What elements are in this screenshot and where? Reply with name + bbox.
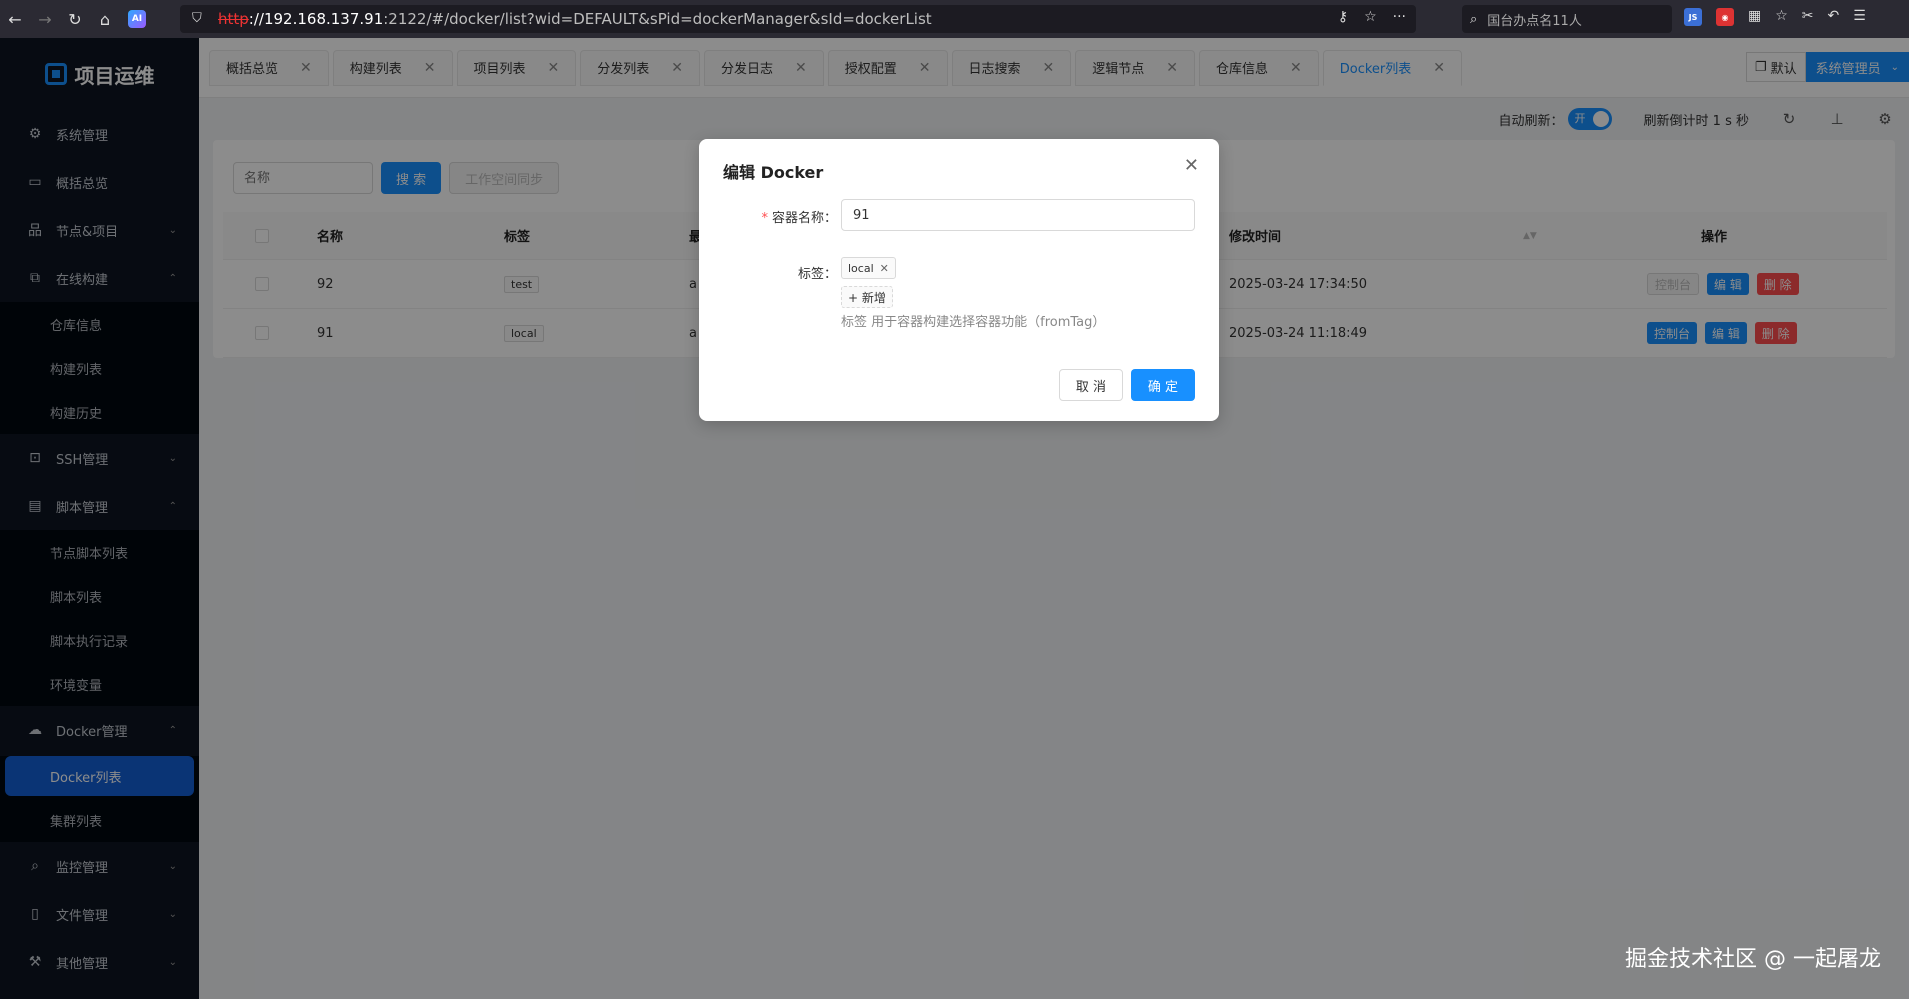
watermark: 掘金技术社区 @ 一起屠龙 bbox=[1625, 947, 1881, 972]
bookmarks-icon[interactable]: ☆ bbox=[1775, 8, 1788, 26]
container-name-input[interactable]: 91 bbox=[841, 199, 1195, 231]
undo-icon[interactable]: ↶ bbox=[1828, 8, 1840, 26]
js-extension-icon[interactable]: JS bbox=[1684, 8, 1702, 26]
tag-help-text: 标签 用于容器构建选择容器功能（fromTag） bbox=[841, 315, 1106, 330]
container-name-label: * 容器名称： bbox=[761, 211, 837, 226]
search-icon: ⌕ bbox=[1470, 11, 1478, 27]
add-tag-button[interactable]: + 新增 bbox=[841, 286, 893, 308]
url-host: ://192.168.137.91 bbox=[248, 10, 384, 28]
cancel-button[interactable]: 取 消 bbox=[1059, 369, 1123, 401]
browser-search-text: 国台办点名11人 bbox=[1487, 13, 1582, 29]
grid-icon[interactable]: ▦ bbox=[1748, 8, 1761, 26]
menu-icon[interactable]: ☰ bbox=[1853, 8, 1866, 26]
reload-icon[interactable]: ↻ bbox=[60, 4, 90, 34]
address-bar[interactable]: ⛉ http://192.168.137.91:2122/#/docker/li… bbox=[180, 5, 1416, 33]
tag-chip: local ✕ bbox=[841, 257, 896, 279]
more-icon[interactable]: ··· bbox=[1393, 9, 1406, 25]
key-icon[interactable]: ⚷ bbox=[1338, 9, 1348, 25]
confirm-button[interactable]: 确 定 bbox=[1131, 369, 1195, 401]
url-protocol: http bbox=[218, 10, 249, 28]
tag-label: 标签： bbox=[797, 267, 837, 282]
extension-icon[interactable]: ◉ bbox=[1716, 8, 1734, 26]
close-icon[interactable]: ✕ bbox=[1184, 155, 1199, 176]
modal-title: 编辑 Docker bbox=[723, 163, 824, 182]
browser-search-input[interactable]: ⌕ 国台办点名11人 bbox=[1462, 5, 1672, 33]
url-path: :2122/#/docker/list?wid=DEFAULT&sPid=doc… bbox=[383, 10, 932, 28]
forward-icon[interactable]: → bbox=[30, 4, 60, 34]
cut-icon[interactable]: ✂ bbox=[1802, 8, 1814, 26]
tag-remove-icon[interactable]: ✕ bbox=[880, 262, 889, 275]
ai-extension-icon[interactable]: AI bbox=[128, 10, 146, 28]
edit-docker-modal: 编辑 Docker ✕ * 容器名称： 91 标签： local ✕ + 新增 标签… bbox=[699, 139, 1219, 421]
back-icon[interactable]: ← bbox=[0, 4, 30, 34]
home-icon[interactable]: ⌂ bbox=[90, 4, 120, 34]
star-icon[interactable]: ☆ bbox=[1364, 9, 1377, 25]
browser-toolbar: ← → ↻ ⌂ AI ⛉ http://192.168.137.91:2122/… bbox=[0, 0, 1909, 38]
shield-icon: ⛉ bbox=[192, 11, 202, 26]
